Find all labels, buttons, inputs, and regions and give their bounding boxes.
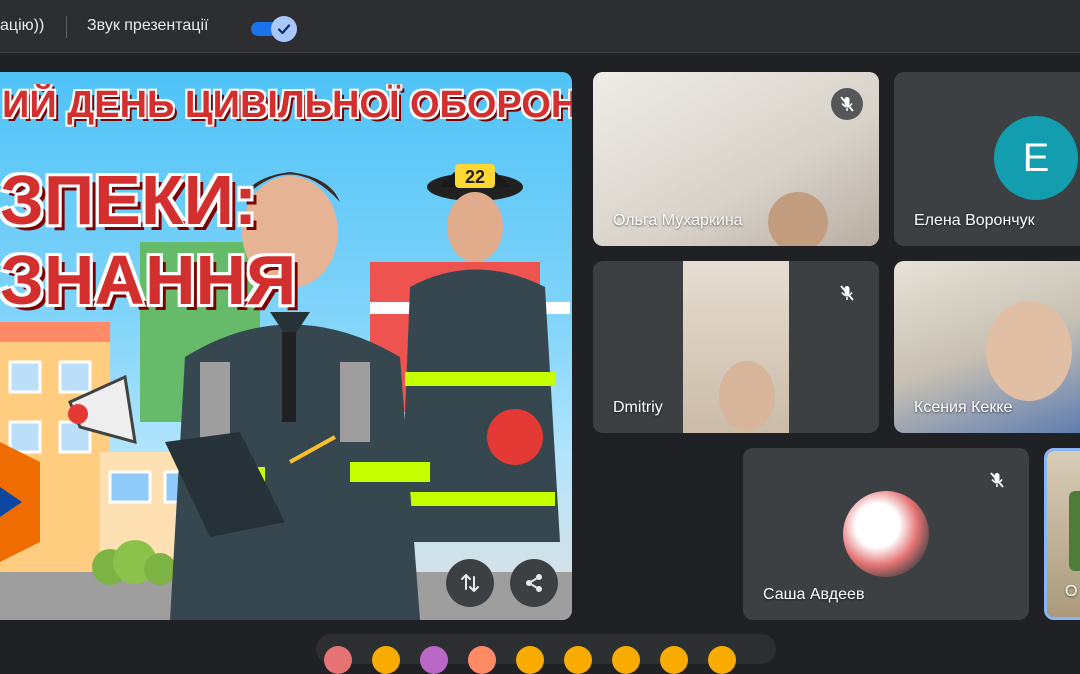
- participant-video-plant: [1069, 491, 1080, 571]
- truncated-label: ацію)): [0, 17, 45, 34]
- participant-name: Dmitriy: [613, 399, 663, 416]
- mic-off-indicator: [831, 277, 863, 309]
- mic-off-indicator: [831, 88, 863, 120]
- swap-layout-button[interactable]: [446, 559, 494, 607]
- share-button[interactable]: [510, 559, 558, 607]
- participant-tile[interactable]: Ольга Мухаркина: [593, 72, 879, 246]
- reaction-laugh-icon[interactable]: [516, 646, 544, 674]
- participant-name: Саша Авдеев: [763, 586, 865, 603]
- check-icon: [277, 24, 291, 35]
- avatar: [843, 491, 929, 577]
- participant-name: Елена Ворончук: [914, 212, 1035, 229]
- participant-name: Ксения Кекке: [914, 399, 1013, 416]
- reaction-clap-icon[interactable]: [468, 646, 496, 674]
- top-bar: ацію)) Звук презентації: [0, 0, 1080, 53]
- participant-tile[interactable]: E Елена Ворончук: [894, 72, 1080, 246]
- participant-tile-self[interactable]: О: [1044, 448, 1080, 620]
- participant-video-face: [768, 192, 828, 246]
- reaction-party-icon[interactable]: [420, 646, 448, 674]
- reaction-surprised-icon[interactable]: [564, 646, 592, 674]
- presentation-sound-label: Звук презентації: [87, 17, 209, 34]
- avatar: E: [994, 116, 1078, 200]
- mic-off-icon: [840, 285, 854, 301]
- presentation-stage: 22 ИЙ ДЕНЬ ЦИВІЛЬНОЇ ОБОРОНИ ЗПЕКИ: ЗНАН…: [0, 72, 572, 620]
- mic-off-icon: [990, 472, 1004, 488]
- reaction-thumbs-up-icon[interactable]: [372, 646, 400, 674]
- participant-tile[interactable]: Саша Авдеев: [743, 448, 1029, 620]
- participant-name: Ольга Мухаркина: [613, 212, 743, 229]
- mic-off-icon: [840, 96, 854, 112]
- reaction-thinking-icon[interactable]: [660, 646, 688, 674]
- reactions-bar: [316, 634, 776, 674]
- participant-video-face: [719, 361, 775, 431]
- slide-headline-line1: ЗПЕКИ:: [0, 161, 258, 239]
- participant-name: О: [1065, 583, 1078, 600]
- participant-tile[interactable]: Ксения Кекке: [894, 261, 1080, 433]
- participant-tile[interactable]: Dmitriy: [593, 261, 879, 433]
- slide-headline-line2: ЗНАННЯ: [0, 241, 297, 319]
- swap-vertical-icon: [461, 574, 479, 592]
- reaction-thumbs-down-icon[interactable]: [708, 646, 736, 674]
- toggle-knob: [271, 16, 297, 42]
- presentation-slide-art: 22: [0, 164, 572, 620]
- reaction-heart-icon[interactable]: [324, 646, 352, 674]
- slide-banner-title: ИЙ ДЕНЬ ЦИВІЛЬНОЇ ОБОРОНИ: [2, 84, 572, 126]
- mic-off-indicator: [981, 464, 1013, 496]
- participant-video-face: [986, 301, 1072, 401]
- presentation-sound-toggle[interactable]: [251, 16, 297, 42]
- share-icon: [526, 574, 542, 592]
- divider: [66, 16, 67, 38]
- reaction-sad-icon[interactable]: [612, 646, 640, 674]
- helmet-number: 22: [465, 167, 485, 187]
